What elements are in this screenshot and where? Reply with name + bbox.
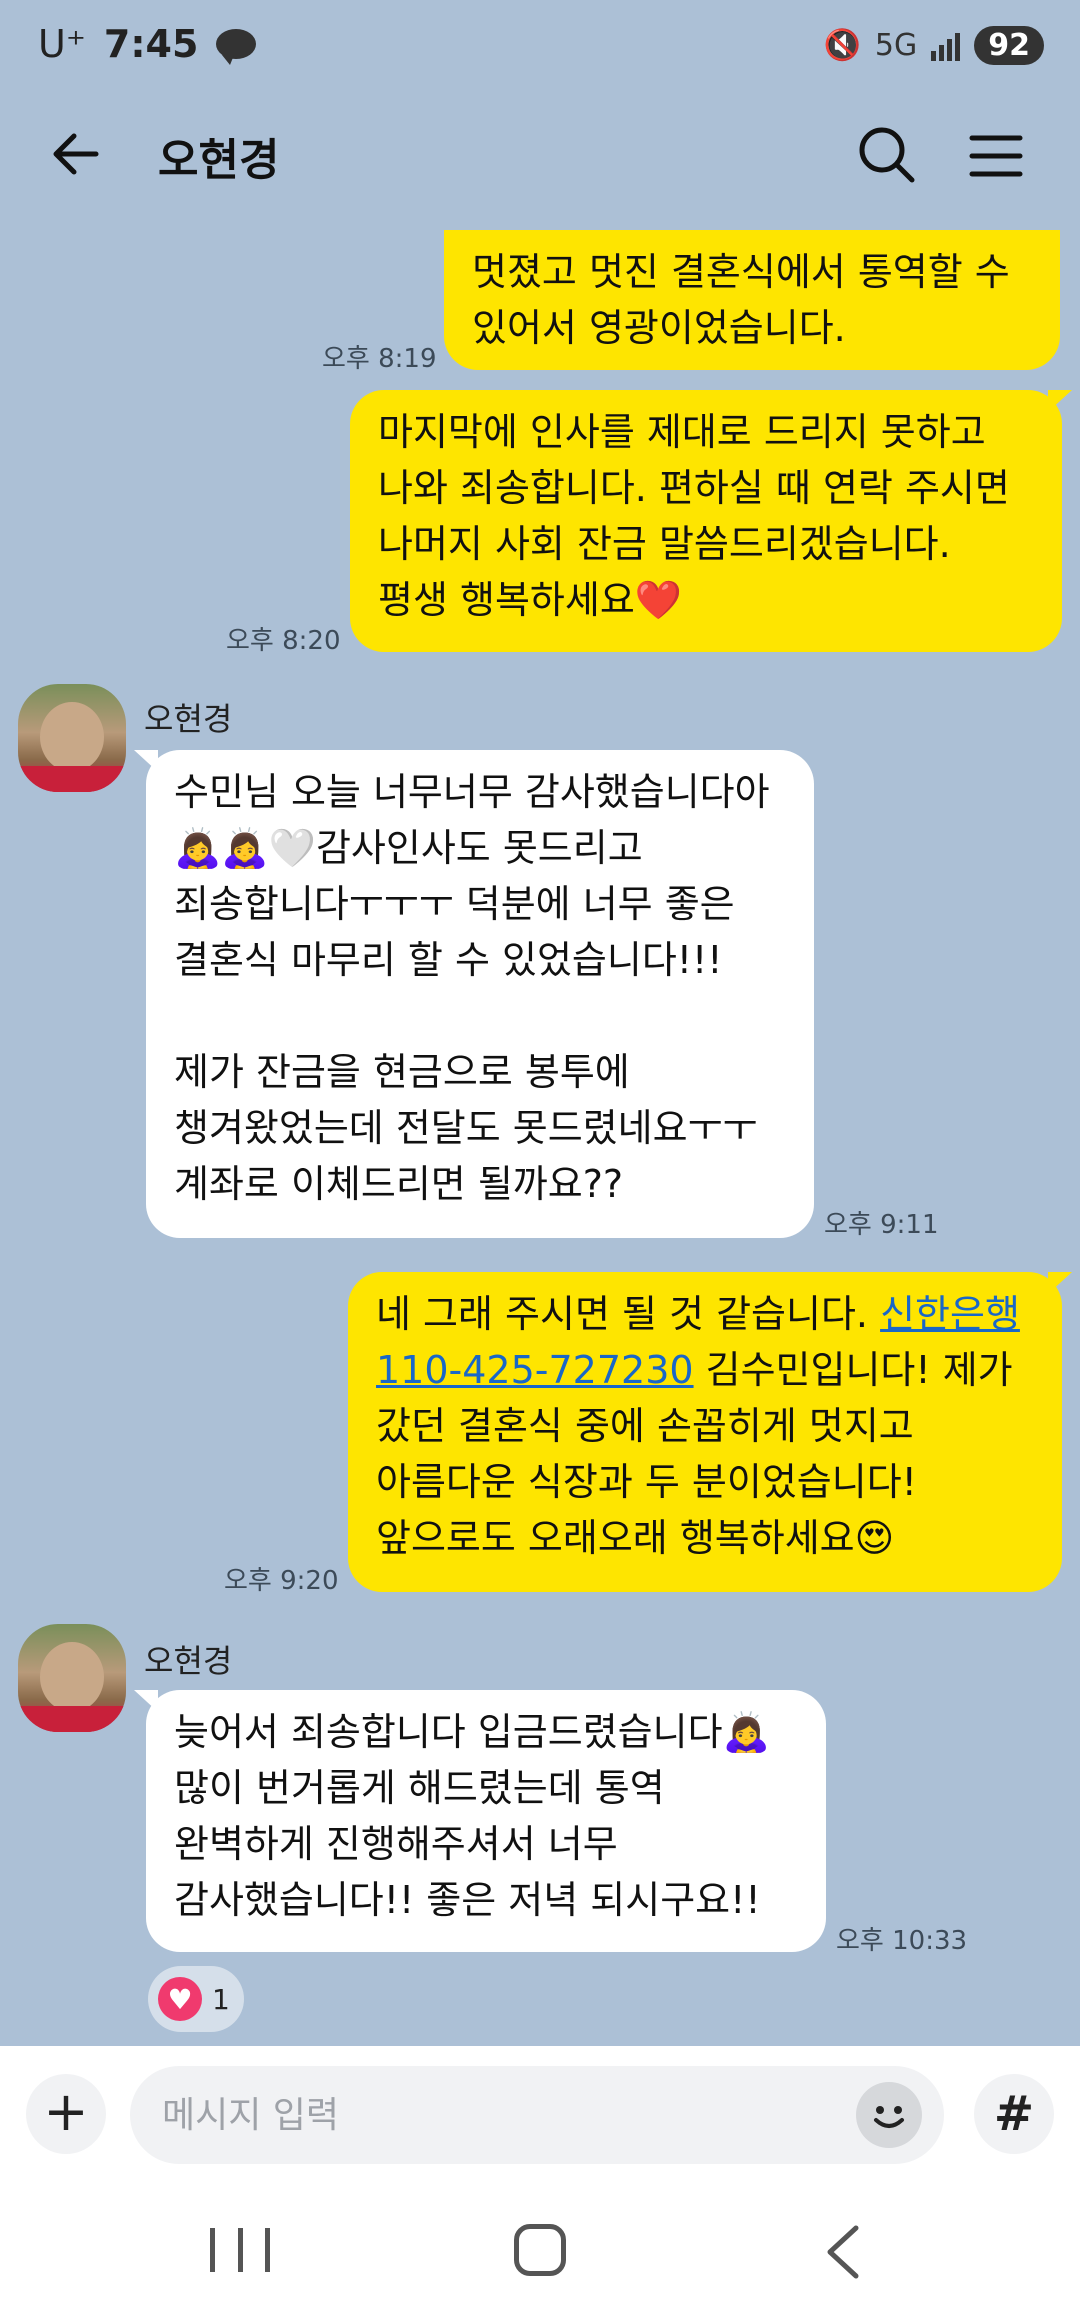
their-message-bubble[interactable]: 수민님 오늘 너무너무 감사했습니다아 🙇‍♀️🙇‍♀️🤍감사인사도 못드리고 … [134,750,814,1238]
hashtag-search-button[interactable]: # [974,2074,1054,2154]
message-time: 오후 8:20 [226,626,341,656]
message-input[interactable] [130,2066,944,2164]
my-message-bubble[interactable]: 마지막에 인사를 제대로 드리지 못하고 나와 죄송합니다. 편하실 때 연락 … [350,390,1072,652]
avatar[interactable] [18,684,126,792]
network-type-label: 5G [874,28,918,63]
search-button[interactable] [852,120,922,190]
chevron-left-icon [827,2225,859,2279]
sender-name: 오현경 [144,700,233,738]
mute-icon: 🔇 [823,28,861,63]
recent-apps-button[interactable] [210,2228,270,2272]
arrow-left-icon [53,133,99,175]
dog-photo [40,702,104,772]
status-time: 7:45 [103,22,199,66]
message-time: 오후 9:11 [824,1210,939,1240]
reaction-badge[interactable]: ♥ 1 [148,1966,244,2032]
kakaotalk-notification-icon [216,29,257,65]
message-time: 오후 8:19 [322,344,437,374]
signal-icon [931,31,961,61]
menu-button[interactable] [964,124,1028,188]
status-right: 🔇 5G 92 [824,26,1044,65]
carrier-label: U⁺ [38,22,86,66]
sender-name: 오현경 [144,1642,233,1680]
attach-plus-button[interactable]: + [26,2074,106,2154]
home-button[interactable] [514,2224,566,2276]
message-time: 오후 10:33 [836,1926,968,1956]
message-time: 오후 9:20 [224,1566,339,1596]
my-message-bubble[interactable]: 네 그래 주시면 될 것 같습니다. 신한은행 110-425-727230 김… [348,1272,1072,1592]
search-icon [859,127,915,183]
avatar[interactable] [18,1624,126,1732]
message-text: 네 그래 주시면 될 것 같습니다. [376,1292,881,1336]
chat-title: 오현경 [158,135,280,186]
reaction-count: 1 [212,1982,230,2016]
message-input-bar: + # [0,2046,1080,2184]
dog-photo [40,1642,104,1712]
smiley-icon [874,2106,904,2128]
battery-level: 92 [974,26,1044,65]
chat-header: 오현경 [0,110,1080,200]
their-message-bubble[interactable]: 늦어서 죄송합니다 입금드렸습니다🙇‍♀️ 많이 번거롭게 해드렸는데 통역 완… [134,1690,826,1952]
status-left: U⁺ 7:45 [38,22,257,66]
status-bar: U⁺ 7:45 🔇 5G 92 [0,0,1080,100]
nav-back-button[interactable] [818,2222,868,2297]
my-message-bubble[interactable]: 멋졌고 멋진 결혼식에서 통역할 수 있어서 영광이었습니다. [444,230,1060,370]
hamburger-menu-icon [969,135,1023,177]
heart-icon: ♥ [158,1977,202,2021]
emoji-button[interactable] [856,2082,922,2148]
system-nav-bar [0,2184,1080,2316]
back-button[interactable] [44,122,108,186]
